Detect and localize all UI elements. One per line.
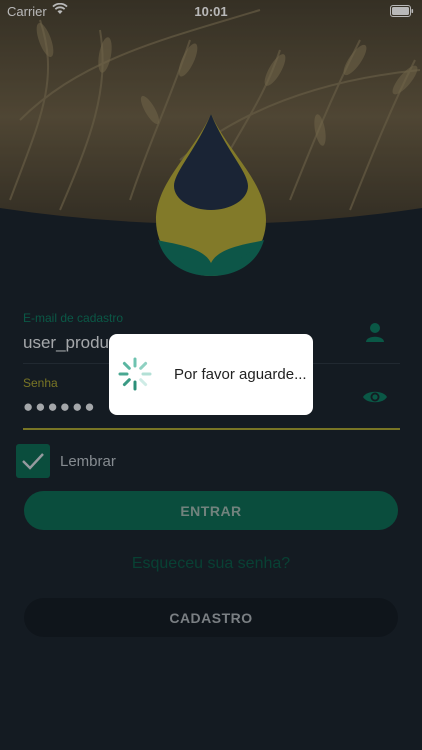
- user-icon: [366, 322, 384, 347]
- remember-checkbox[interactable]: [16, 444, 50, 478]
- app-logo: [154, 112, 268, 278]
- password-input[interactable]: ●●●●●●: [23, 397, 97, 417]
- clock: 10:01: [194, 4, 228, 19]
- password-label: Senha: [23, 376, 58, 390]
- battery-icon: [390, 5, 414, 20]
- spinner-icon: [117, 356, 153, 397]
- login-button[interactable]: ENTRAR: [24, 491, 398, 530]
- register-button[interactable]: CADASTRO: [24, 598, 398, 637]
- remember-label[interactable]: Lembrar: [60, 453, 116, 470]
- status-bar: Carrier 10:01: [0, 0, 422, 22]
- loading-dialog: Por favor aguarde...: [109, 334, 313, 415]
- loading-message: Por favor aguarde...: [174, 366, 307, 383]
- eye-icon[interactable]: [362, 388, 388, 411]
- email-label: E-mail de cadastro: [23, 311, 124, 325]
- forgot-password-link[interactable]: Esqueceu sua senha?: [0, 555, 422, 573]
- checkmark-icon: [22, 453, 44, 470]
- email-input[interactable]: user_produ: [23, 333, 109, 353]
- password-underline: [23, 428, 400, 430]
